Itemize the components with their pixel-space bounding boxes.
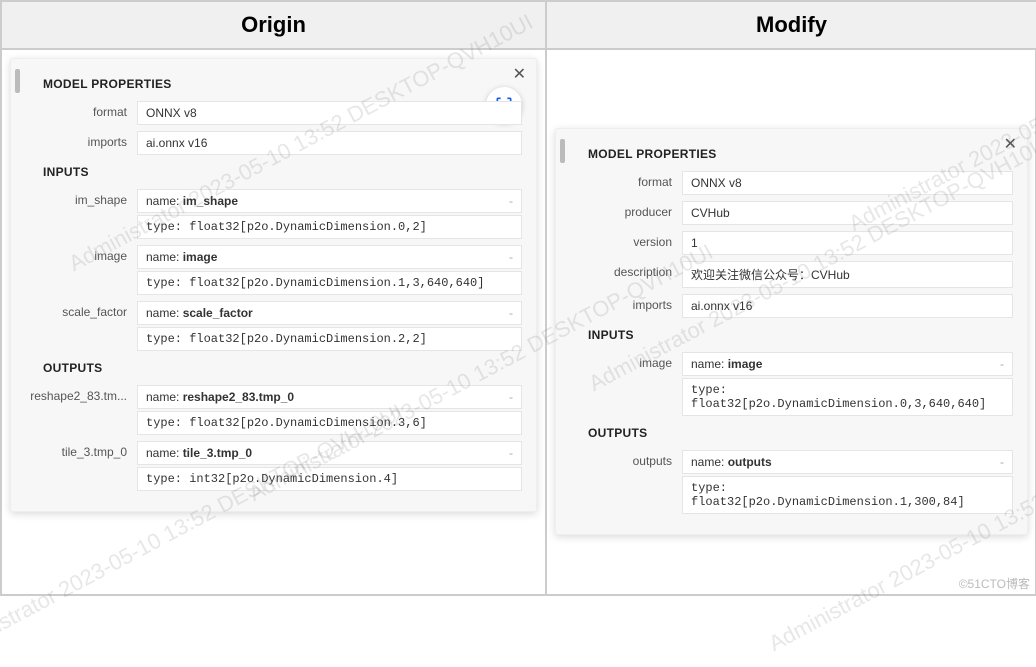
- outputs-title: OUTPUTS: [588, 426, 1013, 440]
- header-modify: Modify: [546, 1, 1036, 49]
- scale-factor-name: name: scale_factor-: [137, 301, 522, 325]
- producer-label: producer: [570, 201, 682, 227]
- drag-handle[interactable]: [15, 69, 20, 93]
- image-type: type: float32[p2o.DynamicDimension.0,3,6…: [682, 378, 1013, 416]
- image-type: type: float32[p2o.DynamicDimension.1,3,6…: [137, 271, 522, 295]
- collapse-icon[interactable]: -: [509, 306, 513, 320]
- tile-label: tile_3.tmp_0: [25, 441, 137, 493]
- reshape-label: reshape2_83.tm...: [25, 385, 137, 437]
- inputs-title: INPUTS: [43, 165, 522, 179]
- description-label: description: [570, 261, 682, 290]
- drag-handle[interactable]: [560, 139, 565, 163]
- imports-label: imports: [570, 294, 682, 320]
- collapse-icon[interactable]: -: [1000, 455, 1004, 469]
- modify-cell: ✕ MODEL PROPERTIES formatONNX v8 produce…: [546, 49, 1036, 595]
- imports-value: ai.onnx v16: [682, 294, 1013, 318]
- outputs-label: outputs: [570, 450, 682, 516]
- format-value: ONNX v8: [137, 101, 522, 125]
- format-label: format: [25, 101, 137, 127]
- modify-panel: ✕ MODEL PROPERTIES formatONNX v8 produce…: [555, 128, 1028, 535]
- reshape-type: type: float32[p2o.DynamicDimension.3,6]: [137, 411, 522, 435]
- tile-name: name: tile_3.tmp_0-: [137, 441, 522, 465]
- header-origin: Origin: [1, 1, 546, 49]
- inputs-title: INPUTS: [588, 328, 1013, 342]
- im-shape-label: im_shape: [25, 189, 137, 241]
- imports-label: imports: [25, 131, 137, 157]
- model-properties-title: MODEL PROPERTIES: [588, 147, 1013, 161]
- im-shape-type: type: float32[p2o.DynamicDimension.0,2]: [137, 215, 522, 239]
- format-value: ONNX v8: [682, 171, 1013, 195]
- image-label: image: [25, 245, 137, 297]
- close-icon[interactable]: ✕: [1004, 137, 1017, 153]
- outputs-title: OUTPUTS: [43, 361, 522, 375]
- tile-type: type: int32[p2o.DynamicDimension.4]: [137, 467, 522, 491]
- reshape-name: name: reshape2_83.tmp_0-: [137, 385, 522, 409]
- outputs-type: type: float32[p2o.DynamicDimension.1,300…: [682, 476, 1013, 514]
- version-value: 1: [682, 231, 1013, 255]
- collapse-icon[interactable]: -: [509, 194, 513, 208]
- collapse-icon[interactable]: -: [509, 250, 513, 264]
- outputs-name: name: outputs-: [682, 450, 1013, 474]
- im-shape-name: name: im_shape-: [137, 189, 522, 213]
- scale-factor-label: scale_factor: [25, 301, 137, 353]
- credit-text: ©51CTO博客: [959, 575, 1030, 592]
- image-name: name: image-: [682, 352, 1013, 376]
- description-value: 欢迎关注微信公众号：CVHub: [682, 261, 1013, 288]
- collapse-icon[interactable]: -: [509, 390, 513, 404]
- imports-value: ai.onnx v16: [137, 131, 522, 155]
- comparison-grid: Origin Modify ✕ MODEL PROPERTIES formatO…: [0, 0, 1036, 596]
- image-name: name: image-: [137, 245, 522, 269]
- scale-factor-type: type: float32[p2o.DynamicDimension.2,2]: [137, 327, 522, 351]
- origin-panel: ✕ MODEL PROPERTIES formatONNX v8 imports…: [10, 58, 537, 512]
- image-label: image: [570, 352, 682, 418]
- close-icon[interactable]: ✕: [513, 67, 526, 83]
- collapse-icon[interactable]: -: [509, 446, 513, 460]
- model-properties-title: MODEL PROPERTIES: [43, 77, 522, 91]
- version-label: version: [570, 231, 682, 257]
- collapse-icon[interactable]: -: [1000, 357, 1004, 371]
- producer-value: CVHub: [682, 201, 1013, 225]
- format-label: format: [570, 171, 682, 197]
- origin-cell: ✕ MODEL PROPERTIES formatONNX v8 imports…: [1, 49, 546, 595]
